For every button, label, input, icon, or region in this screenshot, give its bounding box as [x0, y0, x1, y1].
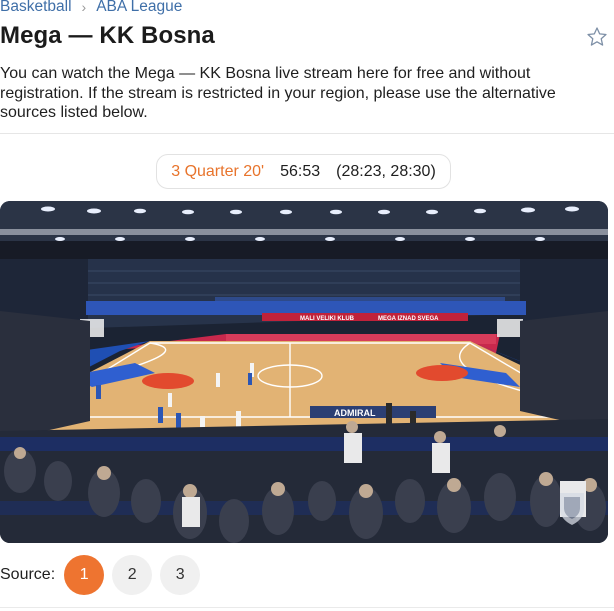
score-pill: 3 Quarter 20' 56:53 (28:23, 28:30) [156, 154, 451, 189]
star-icon[interactable] [586, 26, 608, 48]
video-player[interactable]: MALI VELIKI KLUB MEGA IZNAD SVEGA ADMIRA… [0, 201, 608, 543]
divider [0, 607, 614, 608]
court-logo-text: ADMIRAL [334, 408, 376, 418]
stream-description: You can watch the Mega — KK Bosna live s… [0, 65, 556, 121]
page-title: Mega — KK Bosna [0, 22, 215, 49]
breadcrumb-separator: › [81, 0, 87, 15]
arena-scene: MALI VELIKI KLUB MEGA IZNAD SVEGA ADMIRA… [0, 201, 608, 543]
source-selector: Source: 1 2 3 [0, 555, 208, 595]
source-button-3[interactable]: 3 [160, 555, 201, 595]
banner-left-text: MALI VELIKI KLUB [300, 316, 355, 322]
breadcrumb-league-link[interactable]: ABA League [96, 0, 182, 16]
source-button-1[interactable]: 1 [64, 555, 105, 595]
quarter-scores: (28:23, 28:30) [336, 162, 436, 180]
source-label: Source: [0, 566, 56, 583]
breadcrumb: Basketball › ABA League [0, 0, 182, 17]
match-score: 56:53 [280, 162, 321, 180]
banner-right-text: MEGA IZNAD SVEGA [378, 316, 439, 322]
breadcrumb-sport-link[interactable]: Basketball [0, 0, 72, 16]
divider [0, 133, 614, 134]
source-button-2[interactable]: 2 [112, 555, 153, 595]
match-period: 3 Quarter 20' [171, 162, 265, 180]
